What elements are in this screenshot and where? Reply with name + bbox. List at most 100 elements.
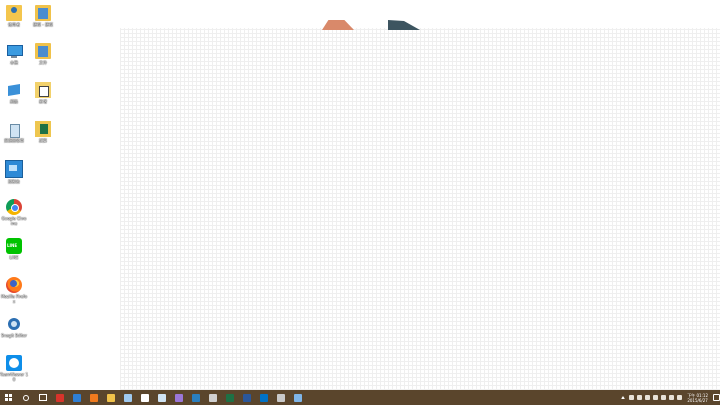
- pc-icon: [6, 43, 23, 59]
- windows-icon: [4, 393, 13, 402]
- document-icon: [35, 82, 51, 98]
- sharpdevelop-icon: [191, 393, 200, 402]
- desktop-icon-label: LINE: [9, 255, 19, 260]
- taskbar-app-firefox[interactable]: [85, 390, 102, 405]
- desktop-icon-firefox[interactable]: Mozilla Firefox: [0, 277, 28, 304]
- control-panel-icon: [5, 160, 23, 178]
- chrome-icon: [6, 199, 22, 215]
- taskbar-app-excel[interactable]: [221, 390, 238, 405]
- taskbar-app-monitor[interactable]: [119, 390, 136, 405]
- desktop-icon-documents[interactable]: 文件: [29, 43, 57, 65]
- line-icon: [6, 238, 22, 254]
- desktop-icon-line[interactable]: LINE: [0, 238, 28, 260]
- search-button[interactable]: [17, 390, 34, 405]
- desktop-icon-new[interactable]: 新增: [29, 82, 57, 104]
- folder-icon: [35, 5, 51, 21]
- desktop-icon-chrome[interactable]: Google Chrome: [0, 199, 28, 226]
- desktop-icon-spreadsheet[interactable]: 試算: [29, 121, 57, 143]
- start-button[interactable]: [0, 390, 17, 405]
- edge-icon: [72, 393, 81, 402]
- desktop-icon-label: 控制台: [8, 179, 20, 184]
- user-icon: [6, 5, 22, 21]
- clock[interactable]: 下午 01:12 2015/6/27: [683, 393, 712, 403]
- photos-icon: [293, 393, 302, 402]
- tray-volume[interactable]: [635, 390, 643, 405]
- folder-icon: [35, 43, 51, 59]
- taskbar-app-visual-studio[interactable]: [170, 390, 187, 405]
- recycle-bin-icon: [6, 121, 22, 138]
- desktop-icon-label: TeamViewer 10: [0, 372, 28, 382]
- desktop-icon-label: 使用者: [8, 22, 20, 27]
- firefox-icon: [89, 393, 98, 402]
- tray-cloud[interactable]: [651, 390, 659, 405]
- desktop-icon-teamviewer[interactable]: TeamViewer 10: [0, 355, 28, 382]
- system-tray: 下午 01:12 2015/6/27: [619, 390, 720, 405]
- desktop-icon-label: 本機: [10, 60, 18, 65]
- taskbar-app-explorer[interactable]: [102, 390, 119, 405]
- monitor-icon: [123, 393, 132, 402]
- chevron-up-icon: [621, 396, 626, 399]
- excel-icon: [225, 393, 234, 402]
- desktop-icon-label: Google Chrome: [1, 216, 27, 226]
- desktop-icon-shortcut[interactable]: 捷徑 - 捷徑: [29, 5, 57, 27]
- calculator-icon: [208, 393, 217, 402]
- taskbar-app-word[interactable]: [238, 390, 255, 405]
- outlook-icon: [259, 393, 268, 402]
- store-icon: [140, 393, 149, 402]
- taskbar-app-calculator[interactable]: [204, 390, 221, 405]
- taskbar-app-store[interactable]: [136, 390, 153, 405]
- desktop: 使用者 捷徑 - 捷徑 本機 文件 網路 新增 資源回收筒 試算 控制台 Goo…: [0, 0, 720, 390]
- desktop-icon-label: Snagit Editor: [1, 333, 27, 338]
- desktop-icon-label: 新增: [39, 99, 47, 104]
- keyboard-icon: [644, 395, 650, 400]
- desktop-icon-snagit[interactable]: Snagit Editor: [0, 316, 28, 338]
- show-hidden-icons-button[interactable]: [619, 390, 627, 405]
- desktop-icon-recycle-bin[interactable]: 資源回收筒: [0, 121, 28, 143]
- task-view-button[interactable]: [34, 390, 51, 405]
- network-icon: [628, 395, 634, 400]
- desktop-icon-control-panel[interactable]: 控制台: [0, 160, 28, 184]
- tray-shield[interactable]: [675, 390, 683, 405]
- shield-icon: [676, 395, 682, 400]
- taskbar-app-paint[interactable]: [272, 390, 289, 405]
- taskbar-app-outlook[interactable]: [255, 390, 272, 405]
- firefox-icon: [6, 277, 22, 293]
- desktop-icon-network[interactable]: 網路: [0, 82, 28, 104]
- tray-ime[interactable]: [667, 390, 675, 405]
- excel-icon: [35, 121, 51, 137]
- taskbar-app-photos[interactable]: [289, 390, 306, 405]
- snagit-icon: [157, 393, 166, 402]
- wallpaper-shape: [322, 20, 354, 30]
- action-center-button[interactable]: [712, 390, 720, 405]
- teamviewer-icon: [6, 355, 22, 371]
- cloud-icon: [652, 395, 658, 400]
- taskbar-app-sharpdevelop[interactable]: [187, 390, 204, 405]
- search-icon: [22, 394, 29, 401]
- taskbar-app-edge[interactable]: [68, 390, 85, 405]
- network-icon: [6, 82, 22, 98]
- taskbar: 下午 01:12 2015/6/27: [0, 390, 720, 405]
- task-view-icon: [38, 394, 47, 401]
- desktop-icon-this-pc[interactable]: 本機: [0, 43, 28, 65]
- desktop-icon-user[interactable]: 使用者: [0, 5, 28, 27]
- taskbar-app-snagit[interactable]: [153, 390, 170, 405]
- taskbar-pinned-apps: [51, 390, 306, 405]
- flag-icon: [660, 395, 666, 400]
- ime-icon: [668, 395, 674, 400]
- word-icon: [242, 393, 251, 402]
- desktop-icon-label: 捷徑 - 捷徑: [33, 22, 53, 27]
- clock-date: 2015/6/27: [687, 397, 708, 403]
- desktop-icon-label: 資源回收筒: [4, 138, 24, 143]
- taskbar-app-acrobat[interactable]: [51, 390, 68, 405]
- clock-time: 下午 01:12: [687, 392, 708, 398]
- wallpaper-shape: [388, 20, 420, 30]
- desktop-icon-label: 試算: [39, 138, 47, 143]
- tray-flag[interactable]: [659, 390, 667, 405]
- volume-icon: [636, 395, 642, 400]
- folder-icon: [106, 393, 115, 402]
- tray-network[interactable]: [627, 390, 635, 405]
- desktop-icon-label: 網路: [10, 99, 18, 104]
- tray-keyboard[interactable]: [643, 390, 651, 405]
- visual-studio-icon: [174, 393, 183, 402]
- acrobat-icon: [55, 393, 64, 402]
